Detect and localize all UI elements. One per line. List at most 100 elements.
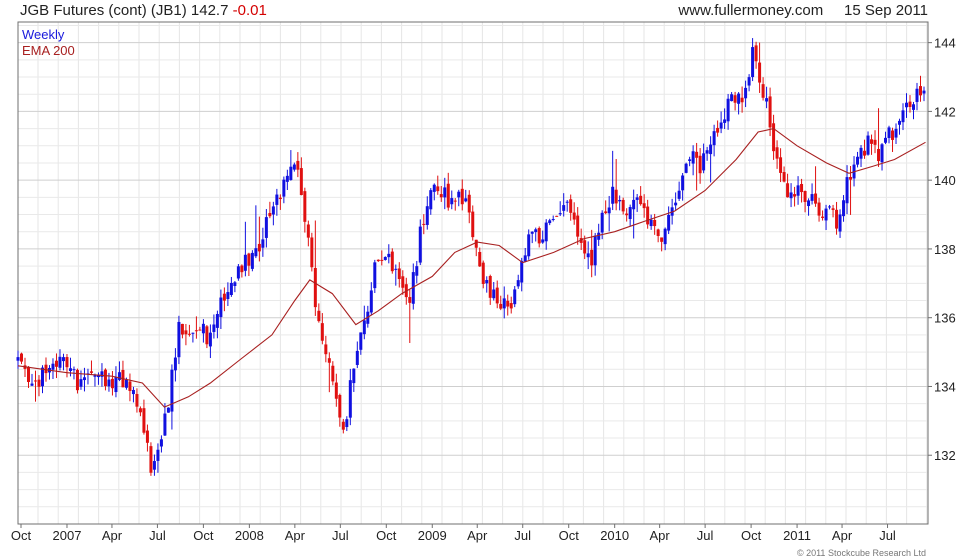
candle-up	[723, 119, 727, 123]
candle-up	[859, 147, 863, 159]
candle-up	[450, 198, 454, 205]
candle-down	[656, 229, 660, 236]
candle-up	[586, 253, 590, 258]
candle-up	[824, 208, 828, 221]
candle-down	[740, 97, 744, 103]
candle-down	[320, 323, 324, 341]
candle-up	[208, 332, 212, 347]
candle-up	[765, 98, 769, 102]
candle-down	[268, 212, 272, 217]
candle-down	[754, 45, 758, 62]
candle-up	[418, 226, 422, 263]
candle-up	[600, 212, 604, 233]
candle-up	[523, 255, 527, 262]
candle-down	[19, 353, 23, 362]
candle-down	[474, 239, 478, 248]
candle-down	[716, 127, 720, 133]
candle-up	[719, 122, 723, 129]
candle-down	[205, 326, 209, 345]
candle-down	[478, 251, 482, 267]
candle-up	[632, 199, 636, 210]
candle-up	[842, 200, 846, 217]
candle-down	[439, 194, 443, 198]
candle-down	[324, 344, 328, 355]
candle-up	[887, 127, 891, 138]
candle-down	[604, 211, 608, 214]
candle-up	[534, 229, 538, 233]
candle-up	[387, 253, 391, 258]
candle-down	[390, 251, 394, 272]
candle-down	[54, 360, 58, 367]
candle-down	[695, 151, 699, 158]
candle-down	[800, 183, 804, 193]
candle-up	[464, 198, 468, 202]
candle-down	[908, 101, 912, 107]
candle-up	[117, 372, 121, 380]
candle-down	[145, 430, 149, 443]
candle-up	[348, 380, 352, 418]
candle-down	[65, 357, 69, 368]
candle-up	[516, 280, 520, 287]
y-tick-label: 144	[934, 36, 956, 51]
candle-up	[289, 166, 293, 180]
candle-down	[537, 228, 541, 244]
y-tick-label: 136	[934, 311, 956, 326]
candle-up	[796, 185, 800, 196]
candle-up	[744, 87, 748, 99]
candle-up	[838, 214, 842, 232]
candle-down	[919, 86, 923, 96]
candle-up	[702, 153, 706, 171]
candle-up	[173, 357, 177, 371]
candle-up	[712, 131, 716, 146]
legend-weekly: Weekly	[22, 27, 65, 42]
candle-down	[614, 189, 618, 204]
x-tick-label: Jul	[879, 528, 896, 543]
candle-down	[849, 176, 853, 180]
candle-up	[845, 177, 849, 204]
candle-down	[44, 364, 48, 374]
copyright-text: © 2011 Stockcube Research Ltd	[796, 548, 926, 558]
candle-down	[187, 333, 191, 335]
candle-down	[334, 382, 338, 399]
candle-up	[72, 369, 76, 371]
x-tick-label: 2010	[600, 528, 629, 543]
candle-up	[159, 439, 163, 447]
candle-down	[555, 215, 559, 217]
x-tick-label: Jul	[332, 528, 349, 543]
candle-up	[443, 187, 447, 198]
candle-up	[551, 218, 555, 220]
candle-down	[341, 421, 345, 430]
candle-up	[243, 254, 247, 271]
candle-down	[89, 371, 93, 373]
candle-down	[576, 215, 580, 237]
candle-down	[138, 408, 142, 413]
candle-down	[698, 155, 702, 174]
x-tick-label: Apr	[285, 528, 306, 543]
candlestick-chart: 132 134 136 138 140 142 144 Oct 2007 Apr Jul Oct 200…	[11, 21, 956, 543]
candle-up	[898, 120, 902, 125]
candle-up	[201, 323, 205, 334]
candle-down	[660, 237, 664, 242]
candle-up	[667, 214, 671, 231]
candle-up	[607, 207, 611, 214]
candle-down	[194, 330, 198, 332]
candle-down	[149, 446, 153, 473]
candle-up	[618, 199, 622, 202]
candle-down	[642, 203, 646, 209]
candle-up	[30, 383, 34, 386]
candle-up	[912, 104, 916, 110]
candle-up	[457, 191, 461, 198]
candle-up	[681, 175, 685, 191]
candle-up	[635, 197, 639, 200]
plot-frame	[17, 21, 929, 525]
candle-down	[331, 365, 335, 382]
candle-down	[247, 253, 251, 266]
candle-up	[163, 413, 167, 436]
candle-down	[180, 323, 184, 335]
candle-down	[583, 240, 587, 254]
x-tick-label: Oct	[376, 528, 397, 543]
candle-up	[789, 192, 793, 199]
candle-down	[376, 259, 380, 262]
candle-up	[282, 179, 286, 197]
candle-down	[313, 268, 317, 308]
